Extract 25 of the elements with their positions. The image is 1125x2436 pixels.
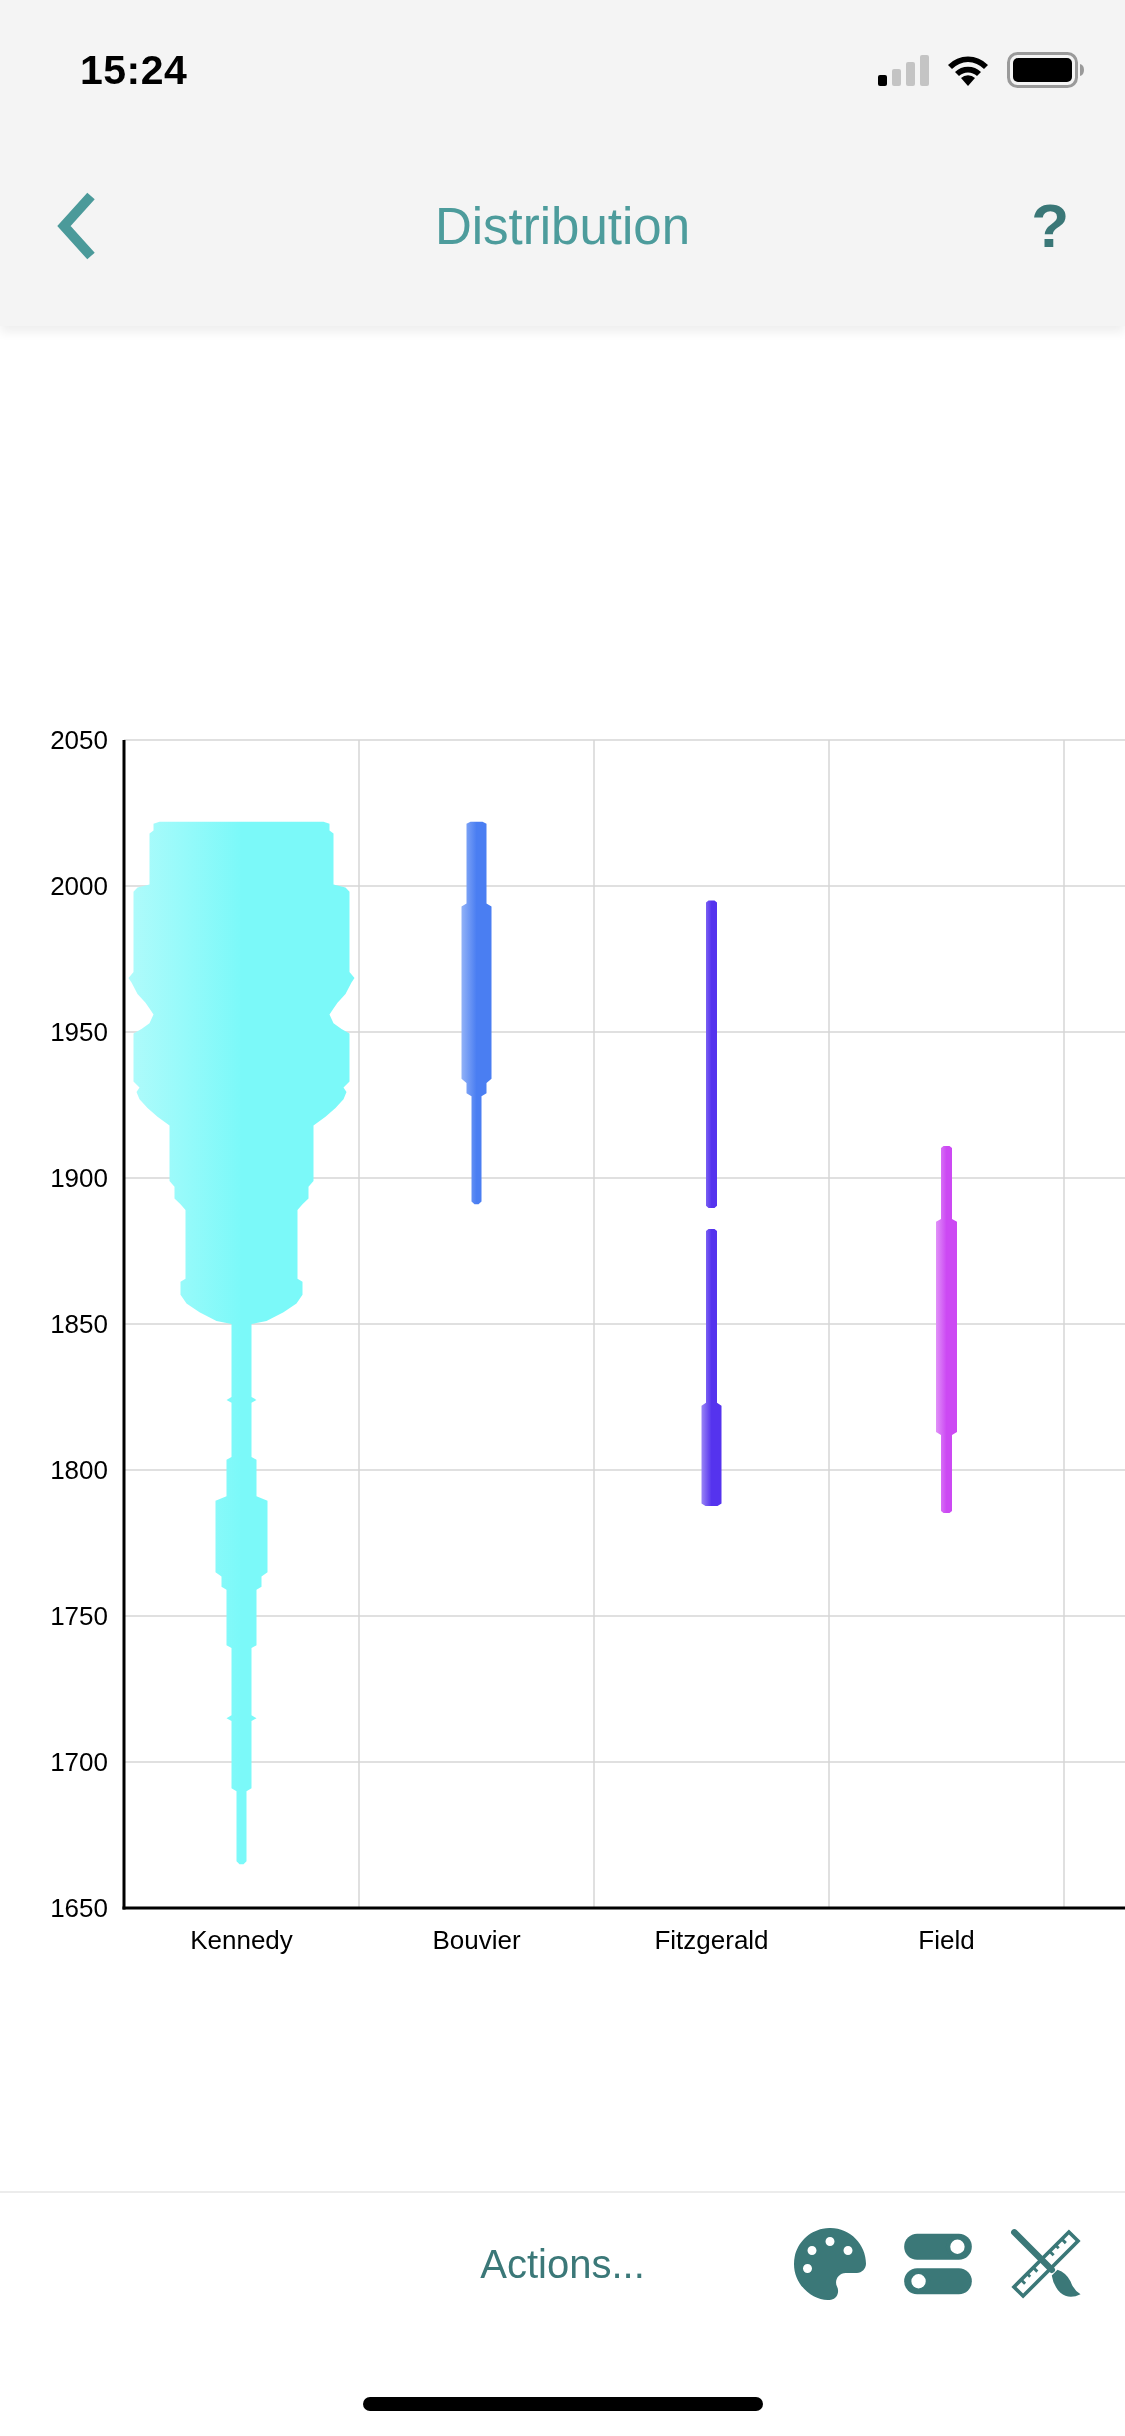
back-chevron-icon [55, 191, 97, 261]
status-time: 15:24 [80, 49, 188, 91]
y-axis-label: 1750 [50, 1601, 108, 1631]
signal-icon [878, 54, 929, 86]
palette-icon [794, 2228, 866, 2300]
x-axis-label: Bouvier [432, 1925, 521, 1955]
x-axis-label: Kennedy [190, 1925, 293, 1955]
actions-button[interactable]: Actions... [476, 2244, 649, 2284]
y-axis-label: 1850 [50, 1309, 108, 1339]
y-axis-label: 1800 [50, 1455, 108, 1485]
y-axis-label: 1700 [50, 1747, 108, 1777]
ruler-brush-button[interactable] [1010, 2228, 1082, 2300]
y-axis-label: 2000 [50, 871, 108, 901]
y-axis-label: 1650 [50, 1893, 108, 1923]
y-axis-label: 1900 [50, 1163, 108, 1193]
screen-title: Distribution [434, 200, 691, 252]
battery-icon [1007, 52, 1085, 88]
x-axis-label: Fitzgerald [654, 1925, 769, 1955]
palette-button[interactable] [794, 2228, 866, 2300]
ruler-brush-icon [1010, 2228, 1082, 2300]
help-button[interactable]: ? [1031, 195, 1069, 257]
x-axis-label: Field [918, 1925, 975, 1955]
wifi-icon [946, 54, 990, 86]
y-axis-label: 1950 [50, 1017, 108, 1047]
y-axis-label: 2050 [50, 725, 108, 755]
